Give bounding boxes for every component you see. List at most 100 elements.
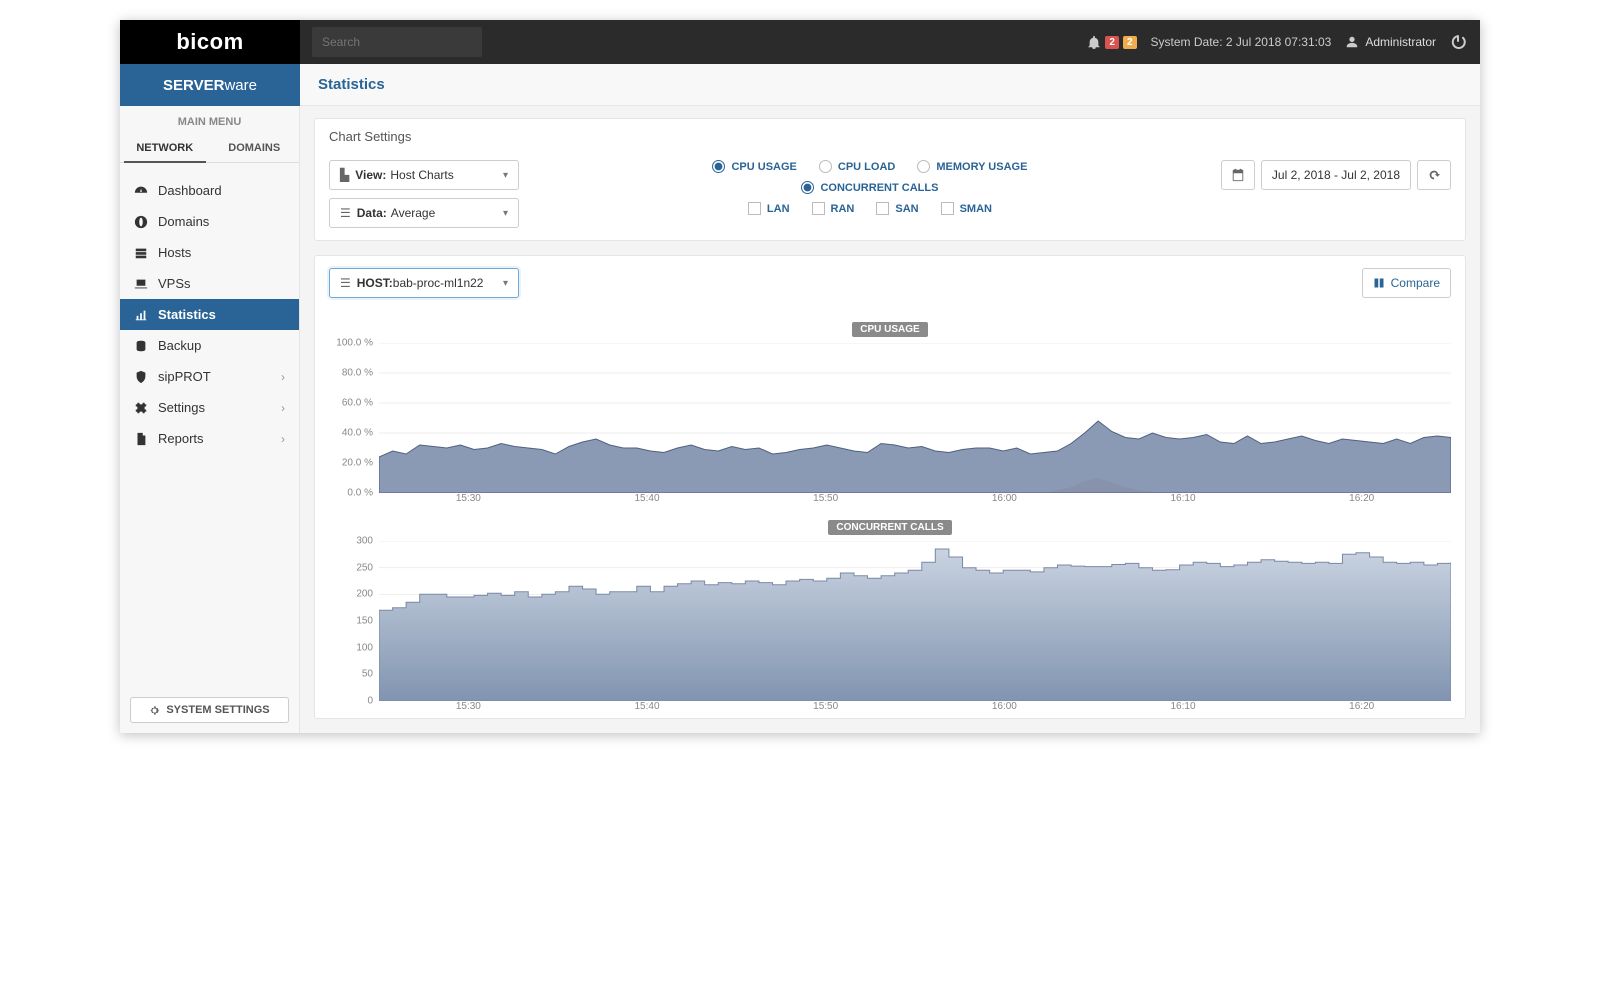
subheader: SERVERware Statistics: [120, 64, 1480, 106]
gauge-icon: [134, 184, 148, 198]
sidebar-item-label: Dashboard: [158, 183, 222, 198]
notif-badge-b: 2: [1123, 36, 1137, 49]
notifications[interactable]: 2 2: [1087, 35, 1136, 49]
calendar-button[interactable]: [1221, 160, 1255, 190]
x-tick: 15:40: [558, 493, 737, 504]
sidebar-item-label: Settings: [158, 400, 205, 415]
x-tick: 16:00: [915, 701, 1094, 712]
server-icon: [134, 246, 148, 260]
sidebar-item-reports[interactable]: Reports ›: [120, 423, 299, 454]
chart-title: CPU USAGE: [852, 322, 927, 337]
doc-icon: [134, 432, 148, 446]
shield-icon: [134, 370, 148, 384]
user-name: Administrator: [1365, 35, 1436, 49]
sidebar-item-settings[interactable]: Settings ›: [120, 392, 299, 423]
x-tick: 16:20: [1272, 493, 1451, 504]
y-tick: 150: [356, 616, 373, 627]
metric-cpu-load[interactable]: CPU LOAD: [819, 160, 895, 173]
system-date: System Date: 2 Jul 2018 07:31:03: [1151, 35, 1332, 49]
x-tick: 16:10: [1094, 701, 1273, 712]
chevron-right-icon: ›: [281, 401, 285, 415]
brand-logo: bicom: [120, 20, 300, 64]
search-box[interactable]: [312, 27, 482, 57]
bell-icon: [1087, 35, 1101, 49]
date-range[interactable]: Jul 2, 2018 - Jul 2, 2018: [1261, 160, 1411, 190]
db-icon: [134, 339, 148, 353]
sidebar-item-sipprot[interactable]: sipPROT ›: [120, 361, 299, 392]
host-select[interactable]: ☰ HOST:bab-proc-ml1n22 ▾: [329, 268, 519, 298]
sidebar-item-backup[interactable]: Backup: [120, 330, 299, 361]
y-axis: 0.0 %20.0 %40.0 %60.0 %80.0 %100.0 %: [329, 343, 379, 493]
x-tick: 15:30: [379, 493, 558, 504]
chevron-down-icon: ▾: [503, 208, 508, 219]
laptop-icon: [134, 277, 148, 291]
system-settings-button[interactable]: SYSTEM SETTINGS: [130, 697, 289, 723]
sidebar-tab-network[interactable]: NETWORK: [120, 134, 210, 162]
sidebar-item-dashboard[interactable]: Dashboard: [120, 175, 299, 206]
power-icon[interactable]: [1450, 34, 1466, 50]
user-menu[interactable]: Administrator: [1345, 35, 1436, 49]
topbar: bicom 2 2 System Date: 2 Jul 2018 07:31:…: [120, 20, 1480, 64]
metric-mem-usage[interactable]: MEMORY USAGE: [917, 160, 1027, 173]
refresh-button[interactable]: [1417, 160, 1451, 190]
page-title: Statistics: [300, 64, 1480, 106]
sidebar-item-domains[interactable]: Domains: [120, 206, 299, 237]
net-ran[interactable]: RAN: [812, 202, 855, 215]
y-tick: 40.0 %: [342, 428, 373, 439]
sidebar-item-label: Backup: [158, 338, 201, 353]
sidebar-item-label: Reports: [158, 431, 204, 446]
compare-button[interactable]: Compare: [1362, 268, 1451, 298]
sidebar-item-label: sipPROT: [158, 369, 211, 384]
x-tick: 16:00: [915, 493, 1094, 504]
y-tick: 50: [362, 669, 373, 680]
cogs-icon: [134, 401, 148, 415]
globe-icon: [134, 215, 148, 229]
sidebar-item-statistics[interactable]: Statistics: [120, 299, 299, 330]
x-tick: 15:50: [736, 493, 915, 504]
sidebar-tab-domains[interactable]: DOMAINS: [210, 134, 300, 162]
sidebar-item-label: Statistics: [158, 307, 216, 322]
chart-settings-title: Chart Settings: [315, 119, 1465, 148]
chevron-right-icon: ›: [281, 432, 285, 446]
chart-icon: [134, 308, 148, 322]
sidebar-item-vpss[interactable]: VPSs: [120, 268, 299, 299]
net-san[interactable]: SAN: [876, 202, 918, 215]
chevron-right-icon: ›: [281, 370, 285, 384]
y-tick: 100.0 %: [336, 338, 373, 349]
data-select[interactable]: ☰ Data: Average ▾: [329, 198, 519, 228]
sidebar: MAIN MENU NETWORK DOMAINS Dashboard Domai…: [120, 106, 300, 733]
metric-concurrent-calls[interactable]: CONCURRENT CALLS: [801, 181, 938, 194]
y-tick: 250: [356, 562, 373, 573]
x-tick: 16:10: [1094, 493, 1273, 504]
chart-title: CONCURRENT CALLS: [828, 520, 951, 535]
metric-cpu-usage[interactable]: CPU USAGE: [712, 160, 796, 173]
chevron-down-icon: ▾: [503, 278, 508, 289]
y-tick: 0.0 %: [347, 488, 373, 499]
app-frame: bicom 2 2 System Date: 2 Jul 2018 07:31:…: [120, 20, 1480, 733]
server-icon: ☰: [340, 276, 351, 290]
compare-icon: [1373, 277, 1385, 289]
sidebar-item-label: Domains: [158, 214, 209, 229]
calendar-icon: [1231, 168, 1245, 182]
sidebar-item-label: Hosts: [158, 245, 191, 260]
chart-settings-panel: Chart Settings ▙ View: Host Charts ▾ ☰: [314, 118, 1466, 241]
y-tick: 80.0 %: [342, 368, 373, 379]
sidebar-item-hosts[interactable]: Hosts: [120, 237, 299, 268]
x-tick: 15:30: [379, 701, 558, 712]
view-select[interactable]: ▙ View: Host Charts ▾: [329, 160, 519, 190]
y-axis: 050100150200250300: [329, 541, 379, 701]
net-sman[interactable]: SMAN: [941, 202, 992, 215]
content: Chart Settings ▙ View: Host Charts ▾ ☰: [300, 106, 1480, 733]
topbar-right: 2 2 System Date: 2 Jul 2018 07:31:03 Adm…: [1087, 34, 1480, 50]
refresh-icon: [1427, 168, 1441, 182]
sliders-icon: ☰: [340, 206, 351, 220]
x-tick: 16:20: [1272, 701, 1451, 712]
notif-badge-a: 2: [1105, 36, 1119, 49]
x-tick: 15:40: [558, 701, 737, 712]
search-input[interactable]: [322, 35, 477, 49]
charts-panel: ☰ HOST:bab-proc-ml1n22 ▾ Compare CPU USA…: [314, 255, 1466, 719]
y-tick: 100: [356, 642, 373, 653]
sidebar-section-label: MAIN MENU: [120, 106, 299, 134]
y-tick: 300: [356, 536, 373, 547]
net-lan[interactable]: LAN: [748, 202, 790, 215]
